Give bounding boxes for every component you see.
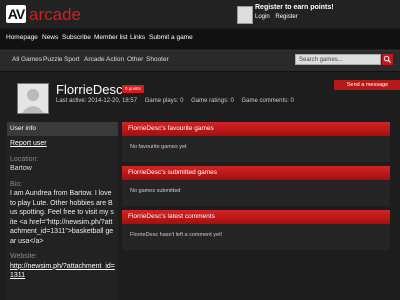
website-label: Website: bbox=[10, 253, 38, 260]
site-name[interactable]: arcade bbox=[29, 5, 81, 25]
points-badge: 0 points bbox=[122, 85, 144, 93]
website-link[interactable]: http://newsim.ph/?attachment_id=1311 bbox=[10, 262, 115, 281]
bio-text: I am Aundrea from Bartow. I love to play… bbox=[10, 190, 114, 245]
submitted-games-empty: No games submitted bbox=[130, 188, 181, 194]
location-label: Location: bbox=[10, 155, 39, 163]
default-avatar-icon bbox=[22, 89, 44, 113]
register-promo: Register to earn points! bbox=[255, 4, 334, 11]
latest-comments-panel: FlorrieDesc's latest comments FlorrieDes… bbox=[122, 210, 390, 250]
nav-subscribe[interactable]: Subscribe bbox=[62, 34, 91, 41]
auth-links: Login Register bbox=[255, 14, 302, 20]
user-icon bbox=[237, 6, 253, 24]
nav-homepage[interactable]: Homepage bbox=[6, 34, 38, 41]
favourite-games-panel: FlorrieDesc's favourite games No favouri… bbox=[122, 122, 390, 162]
profile-username: FlorrieDesc bbox=[56, 82, 123, 97]
profile-header: FlorrieDesc 0 points Last active: 2014-1… bbox=[10, 77, 400, 115]
nav-member-list[interactable]: Member list bbox=[94, 34, 128, 41]
last-active: Last active: 2014-12-20, 18:57 bbox=[56, 98, 138, 104]
nav-links[interactable]: Links bbox=[130, 34, 145, 41]
latest-comments-heading: FlorrieDesc's latest comments bbox=[122, 210, 390, 224]
main-nav: Homepage News Subscribe Member list Link… bbox=[0, 29, 400, 49]
send-message-button[interactable]: Send a message bbox=[334, 80, 400, 90]
login-link[interactable]: Login bbox=[255, 14, 270, 20]
category-action[interactable]: Action bbox=[106, 56, 124, 63]
site-logo[interactable]: AV bbox=[6, 5, 26, 23]
search-button[interactable] bbox=[382, 54, 393, 65]
nav-submit-game[interactable]: Submit a game bbox=[149, 34, 193, 41]
category-all-games[interactable]: All Games bbox=[12, 56, 42, 63]
user-info-panel: User info Report user Location: Bartow B… bbox=[7, 122, 118, 300]
latest-comments-empty: FlorrieDesc hasn't left a comment yet! bbox=[130, 232, 223, 238]
favourite-games-heading: FlorrieDesc's favourite games bbox=[122, 122, 390, 136]
search-input[interactable]: Search games... bbox=[295, 54, 381, 65]
game-comments: Game comments: 0 bbox=[241, 98, 294, 104]
profile-stats: Last active: 2014-12-20, 18:57 Game play… bbox=[56, 98, 300, 104]
submitted-games-panel: FlorrieDesc's submitted games No games s… bbox=[122, 166, 390, 206]
category-sport[interactable]: Sport bbox=[64, 56, 80, 63]
nav-news[interactable]: News bbox=[42, 34, 58, 41]
favourite-games-empty: No favourite games yet bbox=[130, 144, 187, 150]
game-ratings: Game ratings: 0 bbox=[191, 98, 234, 104]
category-arcade[interactable]: Arcade bbox=[84, 56, 105, 63]
game-plays: Game plays: 0 bbox=[144, 98, 184, 104]
category-puzzle[interactable]: Puzzle bbox=[43, 56, 63, 63]
user-info-heading: User info bbox=[7, 122, 118, 136]
bio-label: Bio: bbox=[10, 180, 23, 188]
avatar bbox=[17, 83, 49, 114]
report-user-link[interactable]: Report user bbox=[10, 139, 115, 149]
register-link[interactable]: Register bbox=[275, 14, 297, 20]
submitted-games-heading: FlorrieDesc's submitted games bbox=[122, 166, 390, 180]
category-shooter[interactable]: Shooter bbox=[146, 56, 169, 63]
category-other[interactable]: Other bbox=[127, 56, 143, 63]
location-value: Bartow bbox=[10, 165, 32, 172]
search-icon bbox=[383, 55, 391, 63]
top-bar: AV arcade Register to earn points! Login… bbox=[0, 0, 400, 27]
